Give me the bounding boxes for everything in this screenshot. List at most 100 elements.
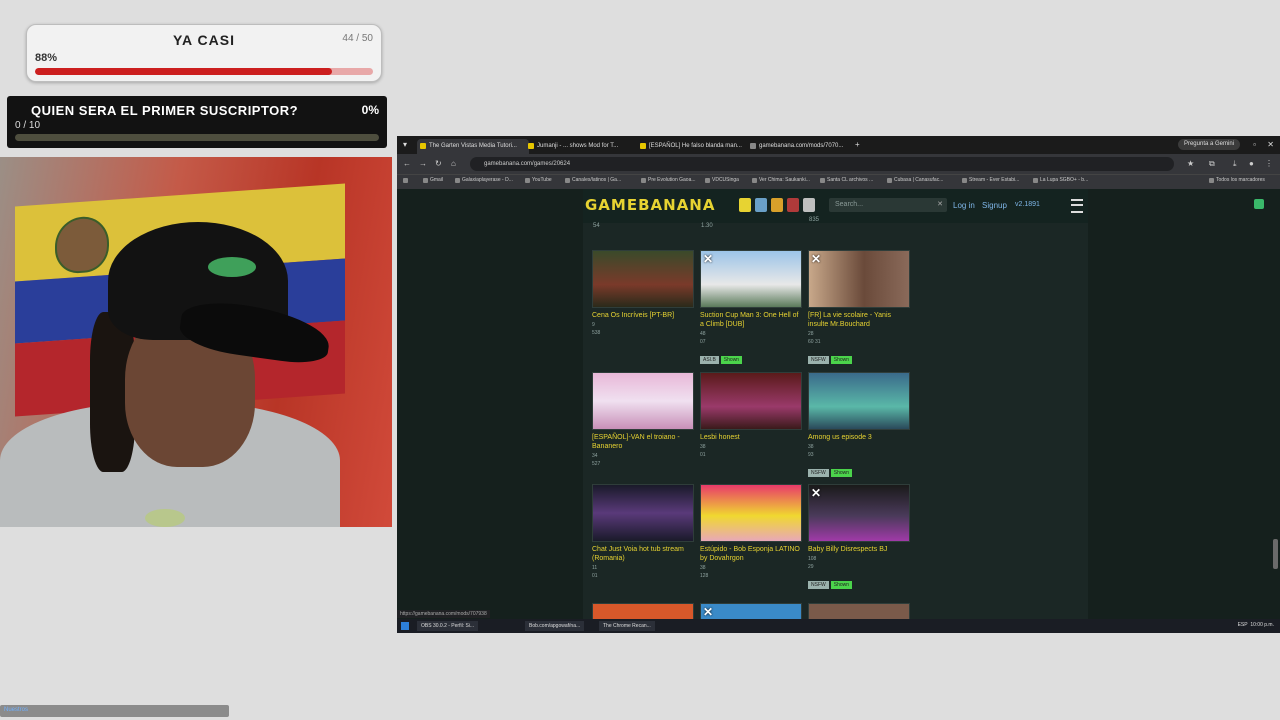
page-scrollbar[interactable]	[1273, 539, 1278, 569]
bookmark-item[interactable]: Stream - Ever Estabi...	[962, 177, 1019, 183]
system-tray[interactable]: ESP 10:00 p.m.	[1238, 622, 1274, 628]
extensions-icon[interactable]: ⧉	[1209, 159, 1215, 169]
mod-card[interactable]: [ESPAÑOL]-VAN el troiano - Bananero 34 5…	[592, 372, 694, 467]
tab-4[interactable]: gamebanana.com/mods/7070...	[747, 139, 859, 154]
mod-title[interactable]: Among us episode 3	[808, 433, 910, 442]
mod-thumbnail[interactable]	[700, 484, 802, 542]
tab-3[interactable]: [ESPAÑOL] He falso blanda man...	[637, 139, 749, 154]
bookmark-item[interactable]: Canales/latinos | Ga...	[565, 177, 621, 183]
bookmark-item[interactable]: Santa CL archivos ...	[820, 177, 873, 183]
mod-title[interactable]: [ESPAÑOL]-VAN el troiano - Bananero	[592, 433, 694, 451]
mod-thumbnail[interactable]: ✕	[808, 484, 910, 542]
shown-badge[interactable]: Shown	[830, 581, 853, 589]
reload-icon[interactable]: ↻	[435, 159, 442, 168]
mod-card[interactable]: ✕ [FR] La vie scolaire - Yanis insulte M…	[808, 250, 910, 366]
mod-title[interactable]: Cena Os Incríveis [PT-BR]	[592, 311, 694, 320]
tab-label: gamebanana.com/mods/7070...	[759, 143, 844, 149]
banana-icon[interactable]	[739, 198, 751, 212]
mod-card[interactable]	[808, 603, 910, 619]
mod-title[interactable]: Estúpido - Bob Esponja LATINO by Dovahrg…	[700, 545, 802, 563]
clear-search-icon[interactable]: ✕	[937, 198, 943, 212]
signup-link[interactable]: Signup	[982, 201, 1007, 210]
mod-thumbnail[interactable]	[592, 250, 694, 308]
menu-dots-icon[interactable]: ⋮	[1265, 159, 1273, 168]
shown-badge[interactable]: Shown	[720, 356, 743, 364]
goal-percent: 88%	[35, 52, 58, 64]
all-bookmarks[interactable]: Todos los marcadores	[1209, 177, 1265, 183]
mod-thumbnail[interactable]	[592, 484, 694, 542]
mod-card[interactable]: ✕ Baby Billy Disrespects BJ 108 29 NSFW S…	[808, 484, 910, 591]
windows-start-icon[interactable]	[401, 622, 409, 630]
taskbar-item[interactable]: The Chrome Recan...	[599, 621, 655, 631]
gamebanana-logo[interactable]: GAMEBANANA	[585, 196, 715, 214]
mod-thumbnail[interactable]	[592, 372, 694, 430]
mod-views: 108	[808, 556, 817, 562]
bookmark-star-icon[interactable]: ★	[1187, 159, 1194, 168]
ghost-icon[interactable]	[803, 198, 815, 212]
mod-card[interactable]: Among us episode 3 38 93 NSFW Shown	[808, 372, 910, 479]
mod-title[interactable]: Lesbi honest	[700, 433, 802, 442]
points-indicator[interactable]: v2.1891	[1015, 201, 1040, 208]
mod-comments: 01	[700, 452, 706, 458]
back-icon[interactable]: ←	[403, 159, 411, 168]
mod-thumbnail[interactable]	[700, 372, 802, 430]
taskbar-item[interactable]: Bob.com/apgowaf/na...	[525, 621, 585, 631]
home-icon[interactable]: ⌂	[451, 159, 456, 168]
login-link[interactable]: Log in	[953, 201, 975, 210]
tab-search-icon[interactable]: ▾	[403, 140, 407, 149]
mod-card[interactable]: Lesbi honest 38 01	[700, 372, 802, 458]
mod-thumbnail[interactable]: ✕	[700, 603, 802, 619]
mod-title[interactable]: Chat Just Voia hot tub stream (Romania)	[592, 545, 694, 563]
bookmark-item[interactable]: Pre Evolution Gaoa...	[641, 177, 696, 183]
shown-badge[interactable]: Shown	[830, 356, 853, 364]
search-input[interactable]: Search... ✕	[829, 198, 947, 212]
mod-comments: 128	[700, 573, 709, 579]
language-indicator[interactable]: ESP	[1238, 622, 1248, 628]
games-icon[interactable]	[755, 198, 767, 212]
mod-card[interactable]: Estúpido - Bob Esponja LATINO by Dovahrg…	[700, 484, 802, 579]
mod-thumbnail[interactable]	[808, 372, 910, 430]
goal-widget: YA CASI 44 / 50 88%	[26, 24, 382, 82]
goal-progress-fill	[35, 68, 333, 75]
download-icon[interactable]: ⤓	[1233, 159, 1237, 169]
trophy-icon[interactable]	[771, 198, 783, 212]
mod-thumbnail[interactable]	[592, 603, 694, 619]
mod-card[interactable]: ✕	[700, 603, 802, 619]
bookmark-item[interactable]: YouTube	[525, 177, 552, 183]
profile-icon[interactable]: ●	[1249, 159, 1254, 168]
mod-title[interactable]: Suction Cup Man 3: One Hell of a Climb […	[700, 311, 802, 329]
url-field[interactable]: gamebanana.com/games/20624	[470, 157, 1174, 171]
goal-title: YA CASI	[173, 32, 235, 48]
forward-icon[interactable]: →	[419, 159, 427, 168]
mod-thumbnail[interactable]	[808, 603, 910, 619]
extension-badge-icon[interactable]	[1254, 199, 1264, 209]
tab-2[interactable]: Jumanji - ... shows Mod for T...	[525, 139, 637, 154]
mod-views: 38	[700, 444, 706, 450]
gemini-button[interactable]: Pregunta a Gemini	[1177, 139, 1240, 150]
window-close-icon[interactable]: ✕	[1267, 140, 1274, 149]
hamburger-menu-icon[interactable]	[1071, 199, 1083, 213]
bookmark-item[interactable]: Cubasa | Canasufac...	[887, 177, 943, 183]
new-tab-icon[interactable]: +	[855, 140, 860, 149]
bookmark-item[interactable]: Gmail	[423, 177, 443, 183]
window-restore-icon[interactable]: ▫	[1253, 140, 1256, 149]
mod-title[interactable]: Baby Billy Disrespects BJ	[808, 545, 910, 554]
mod-comments: 29	[808, 564, 814, 570]
bookmark-item[interactable]: La Lupa SGBO+ - b...	[1033, 177, 1088, 183]
shown-badge[interactable]: Shown	[830, 469, 853, 477]
mod-card[interactable]	[592, 603, 694, 619]
x-icon: ✕	[811, 252, 822, 266]
bookmark-item[interactable]: Galaxiaplayerase - D...	[455, 177, 513, 183]
mario-icon[interactable]	[787, 198, 799, 212]
mod-card[interactable]: ✕ Suction Cup Man 3: One Hell of a Climb…	[700, 250, 802, 366]
mod-thumbnail[interactable]: ✕	[808, 250, 910, 308]
bookmark-item[interactable]: Ver Chima: Saukanki...	[752, 177, 810, 183]
taskbar-item[interactable]: OBS 30.0.2 - Perfil: Si...	[417, 621, 479, 631]
clock[interactable]: 10:00 p.m.	[1250, 622, 1274, 628]
mod-card[interactable]: Cena Os Incríveis [PT-BR] 9 538	[592, 250, 694, 336]
mod-thumbnail[interactable]: ✕	[700, 250, 802, 308]
mod-card[interactable]: Chat Just Voia hot tub stream (Romania) …	[592, 484, 694, 579]
tab-1[interactable]: The Garten Vistas Media Tutori...	[417, 139, 529, 154]
bookmark-item[interactable]: VDCUSinga	[705, 177, 739, 183]
mod-title[interactable]: [FR] La vie scolaire - Yanis insulte Mr.…	[808, 311, 910, 329]
